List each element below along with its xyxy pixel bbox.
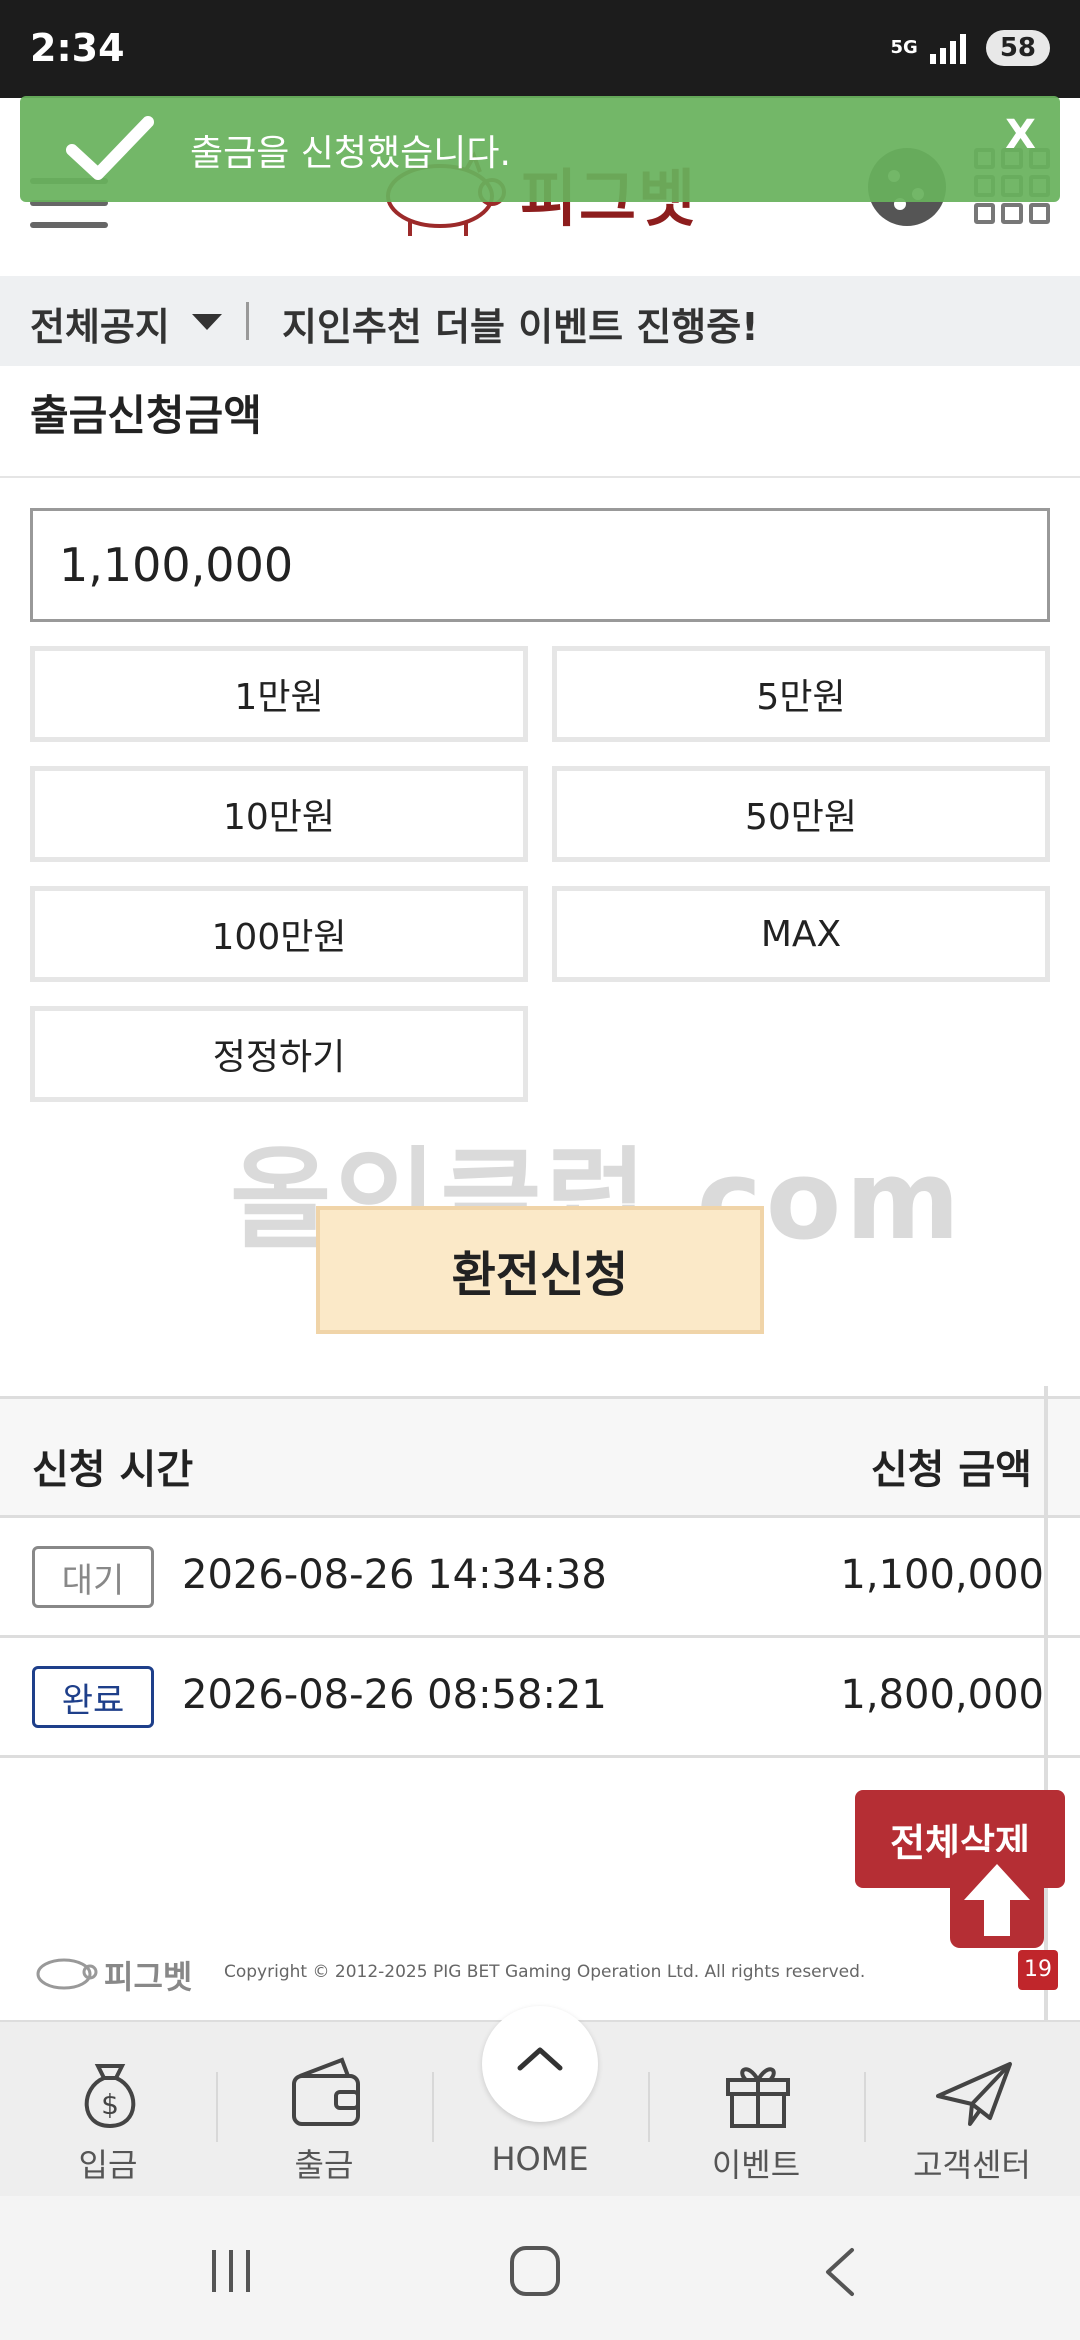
tab-label: 입금 [78, 2146, 138, 2184]
tab-label: 출금 [294, 2146, 354, 2184]
column-header-amount: 신청 금액 [870, 1447, 1032, 1493]
home-button[interactable] [482, 2006, 598, 2122]
money-bag-icon: $ [84, 2064, 136, 2129]
tab-withdraw[interactable]: 출금 [216, 2022, 432, 2198]
gift-icon [726, 2067, 790, 2128]
wallet-icon [292, 2057, 360, 2126]
notice-category-dropdown[interactable]: 전체공지 [30, 296, 170, 351]
caret-down-icon[interactable] [192, 314, 222, 330]
table-row: 완료 2026-08-26 08:58:21 1,800,000 [0, 1638, 1080, 1758]
tab-event[interactable]: 이벤트 [648, 2022, 864, 2198]
toast-close-button[interactable]: X [1005, 112, 1036, 158]
success-toast: 출금을 신청했습니다. X [20, 96, 1060, 202]
arrow-up-icon [964, 1864, 1030, 1936]
divider [246, 302, 249, 340]
request-time: 2026-08-26 08:58:21 [182, 1672, 607, 1718]
table-row: 대기 2026-08-26 14:34:38 1,100,000 [0, 1518, 1080, 1638]
tab-deposit[interactable]: $ 입금 [0, 2022, 216, 2198]
tab-label: 고객센터 [913, 2146, 1031, 2184]
withdraw-amount-input[interactable] [30, 508, 1050, 622]
quick-amount-button-50k[interactable]: 5만원 [552, 646, 1050, 742]
tab-label: 이벤트 [711, 2146, 801, 2184]
divider [0, 476, 1080, 478]
home-nav-icon[interactable] [508, 2244, 562, 2298]
status-time: 2:34 [30, 26, 125, 70]
quick-amount-button-500k[interactable]: 50만원 [552, 766, 1050, 862]
withdraw-title: 출금신청금액 [30, 391, 262, 440]
column-header-time: 신청 시간 [32, 1447, 194, 1493]
tab-label: HOME [491, 2140, 589, 2178]
network-label: 5G [890, 37, 918, 58]
quick-amount-button-10k[interactable]: 1만원 [30, 646, 528, 742]
pig-logo-icon [36, 1958, 98, 1990]
age-restriction-badge: 19 [1018, 1950, 1058, 1990]
reset-amount-button[interactable]: 정정하기 [30, 1006, 528, 1102]
system-navigation-bar [0, 2196, 1080, 2340]
request-time: 2026-08-26 14:34:38 [182, 1552, 607, 1598]
copyright-text: Copyright © 2012-2025 PIG BET Gaming Ope… [224, 1962, 866, 1982]
scroll-top-button[interactable] [950, 1852, 1044, 1948]
request-amount: 1,100,000 [840, 1552, 1044, 1598]
notice-text[interactable]: 지인추천 더블 이벤트 진행중! [282, 296, 759, 351]
tab-customer-center[interactable]: 고객센터 [864, 2022, 1080, 2198]
withdraw-submit-button[interactable]: 환전신청 [316, 1206, 764, 1334]
footer-logo-text: 피그벳 [104, 1958, 193, 1996]
recent-apps-icon[interactable] [206, 2246, 256, 2296]
signal-icon [929, 32, 966, 64]
request-amount: 1,800,000 [840, 1672, 1044, 1718]
status-bar: 2:34 5G 58 [0, 0, 1080, 98]
notice-bar[interactable]: 전체공지 지인추천 더블 이벤트 진행중! [0, 276, 1080, 366]
chevron-up-icon [517, 2047, 563, 2071]
quick-amount-button-max[interactable]: MAX [552, 886, 1050, 982]
status-indicators: 5G 58 [890, 30, 1050, 66]
check-icon [66, 116, 154, 180]
svg-text:$: $ [101, 2088, 119, 2121]
quick-amount-button-1m[interactable]: 100만원 [30, 886, 528, 982]
battery-indicator: 58 [985, 30, 1050, 66]
withdraw-history-table: 신청 시간 신청 금액 대기 2026-08-26 14:34:38 1,100… [0, 1396, 1080, 1758]
site-footer: 피그벳 Copyright © 2012-2025 PIG BET Gaming… [0, 1944, 1080, 2012]
status-badge: 완료 [32, 1666, 154, 1728]
paper-plane-icon [936, 2062, 1012, 2126]
back-icon[interactable] [820, 2246, 860, 2298]
quick-amount-button-100k[interactable]: 10만원 [30, 766, 528, 862]
table-header: 신청 시간 신청 금액 [0, 1396, 1080, 1518]
toast-message: 출금을 신청했습니다. [190, 133, 511, 174]
status-badge: 대기 [32, 1546, 154, 1608]
